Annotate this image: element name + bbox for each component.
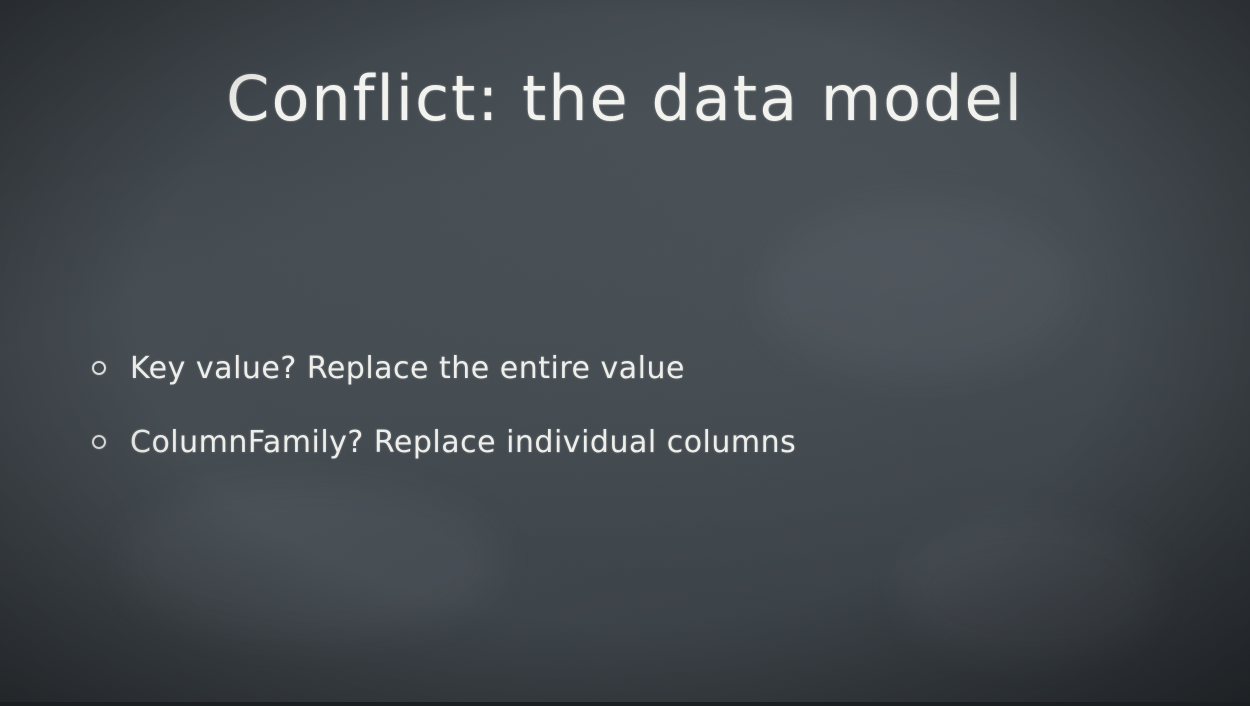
chalk-smudge: [900, 520, 1160, 660]
bottom-frame-edge: [0, 702, 1250, 706]
bullet-item: ColumnFamily? Replace individual columns: [92, 420, 796, 464]
slide-title: Conflict: the data model: [226, 62, 1024, 135]
bullet-item: Key value? Replace the entire value: [92, 346, 796, 390]
bullet-list: Key value? Replace the entire value Colu…: [92, 346, 796, 494]
chalkboard-slide: Conflict: the data model Key value? Repl…: [0, 0, 1250, 706]
chalk-smudge: [760, 200, 1080, 380]
bullet-text: ColumnFamily? Replace individual columns: [130, 424, 797, 460]
bullet-circle-icon: [92, 435, 106, 449]
chalk-smudge: [120, 480, 500, 640]
bullet-circle-icon: [92, 361, 106, 375]
bullet-text: Key value? Replace the entire value: [130, 350, 685, 386]
